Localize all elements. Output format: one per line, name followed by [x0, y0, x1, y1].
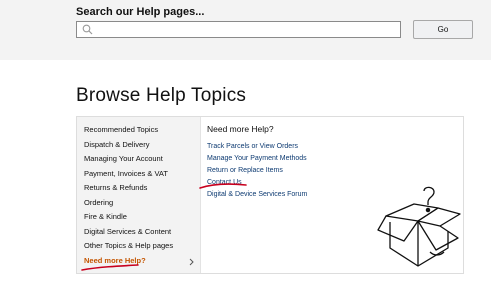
sidebar-item-need-more-help[interactable]: Need more Help?	[84, 256, 146, 265]
help-topics-panel: Recommended Topics Dispatch & Delivery M…	[76, 116, 464, 274]
sidebar-item-other-topics[interactable]: Other Topics & Help pages	[84, 241, 173, 250]
search-input[interactable]	[76, 21, 401, 38]
topics-sidebar: Recommended Topics Dispatch & Delivery M…	[77, 117, 201, 273]
chevron-right-icon	[189, 258, 194, 266]
link-contact-us[interactable]: Contact Us	[207, 179, 242, 186]
link-payment-methods[interactable]: Manage Your Payment Methods	[207, 155, 307, 162]
go-button[interactable]: Go	[413, 20, 473, 39]
search-icon	[82, 24, 93, 35]
content-title: Need more Help?	[207, 124, 274, 134]
search-section: Search our Help pages... Go	[0, 0, 491, 60]
sidebar-item-recommended-topics[interactable]: Recommended Topics	[84, 125, 158, 134]
sidebar-item-payment-invoices[interactable]: Payment, Invoices & VAT	[84, 169, 168, 178]
sidebar-item-returns-refunds[interactable]: Returns & Refunds	[84, 183, 147, 192]
link-track-parcels[interactable]: Track Parcels or View Orders	[207, 143, 298, 150]
link-return-replace[interactable]: Return or Replace Items	[207, 167, 283, 174]
search-title: Search our Help pages...	[76, 6, 205, 18]
page-title: Browse Help Topics	[76, 85, 247, 106]
sidebar-item-managing-account[interactable]: Managing Your Account	[84, 154, 163, 163]
sidebar-item-fire-kindle[interactable]: Fire & Kindle	[84, 212, 127, 221]
sidebar-item-dispatch-delivery[interactable]: Dispatch & Delivery	[84, 140, 149, 149]
sidebar-item-ordering[interactable]: Ordering	[84, 198, 113, 207]
sidebar-item-digital-services[interactable]: Digital Services & Content	[84, 227, 171, 236]
link-digital-device-forum[interactable]: Digital & Device Services Forum	[207, 191, 307, 198]
